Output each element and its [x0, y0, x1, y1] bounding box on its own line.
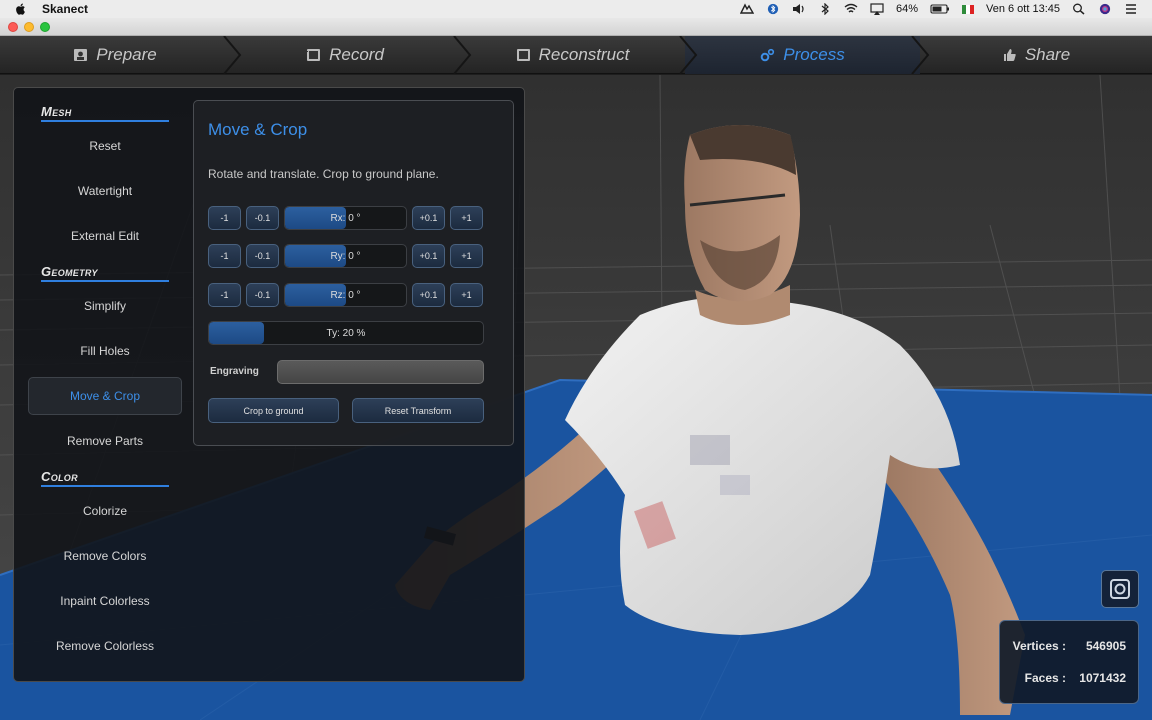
notification-center-icon[interactable]: [1124, 3, 1138, 15]
section-header-mesh: Mesh: [41, 104, 169, 122]
faces-label: Faces :: [1024, 671, 1066, 685]
section-header-geometry: Geometry: [41, 264, 169, 282]
move-crop-panel: Move & Crop Rotate and translate. Crop t…: [193, 100, 514, 446]
creative-cloud-icon[interactable]: [739, 3, 754, 15]
rz-slider[interactable]: Rz: 0 °: [284, 283, 407, 307]
menu-item-inpaint-colorless[interactable]: Inpaint Colorless: [28, 582, 182, 620]
move-crop-description: Rotate and translate. Crop to ground pla…: [208, 167, 439, 181]
ry-plus-0.1-button[interactable]: +0.1: [412, 244, 445, 268]
menu-item-colorize[interactable]: Colorize: [28, 492, 182, 530]
bluetooth-badge-icon[interactable]: [766, 3, 780, 15]
app-name-menu[interactable]: Skanect: [42, 2, 88, 16]
rx-minus-0.1-button[interactable]: -0.1: [246, 206, 279, 230]
rz-slider-label: Rz: 0 °: [330, 289, 361, 301]
close-window-button[interactable]: [8, 22, 18, 32]
airplay-icon[interactable]: [870, 3, 884, 15]
rx-minus-1-button[interactable]: -1: [208, 206, 241, 230]
menu-item-fill-holes[interactable]: Fill Holes: [28, 332, 182, 370]
mesh-stats-box: Vertices : 546905 Faces : 1071432: [999, 620, 1139, 704]
menu-item-watertight[interactable]: Watertight: [28, 172, 182, 210]
screenshot-button[interactable]: [1101, 570, 1139, 608]
tab-separators: [223, 36, 930, 74]
status-area: 64% Ven 6 ott 13:45: [739, 3, 1152, 15]
macos-menubar: Skanect 64% Ven 6 ott 13:45: [0, 0, 1152, 18]
menu-item-external-edit[interactable]: External Edit: [28, 217, 182, 255]
crop-to-ground-button[interactable]: Crop to ground: [208, 398, 339, 423]
rz-minus-0.1-button[interactable]: -0.1: [246, 283, 279, 307]
rx-slider-label: Rx: 0 °: [330, 212, 361, 224]
ty-slider[interactable]: Ty: 20 %: [208, 321, 484, 345]
menu-item-remove-parts[interactable]: Remove Parts: [28, 422, 182, 460]
minimize-window-button[interactable]: [24, 22, 34, 32]
menu-item-remove-colorless[interactable]: Remove Colorless: [28, 627, 182, 665]
ty-slider-label: Ty: 20 %: [326, 327, 366, 339]
ry-slider-label: Ry: 0 °: [330, 250, 361, 262]
battery-percent: 64%: [895, 3, 918, 15]
faces-row: Faces : 1071432: [1000, 671, 1126, 685]
rz-minus-1-button[interactable]: -1: [208, 283, 241, 307]
ry-plus-1-button[interactable]: +1: [450, 244, 483, 268]
faces-value: 1071432: [1079, 671, 1126, 685]
rz-plus-1-button[interactable]: +1: [450, 283, 483, 307]
rx-slider[interactable]: Rx: 0 °: [284, 206, 407, 230]
vertices-value: 546905: [1085, 639, 1126, 653]
menu-item-simplify[interactable]: Simplify: [28, 287, 182, 325]
siri-icon[interactable]: [1098, 3, 1112, 15]
engraving-input[interactable]: [277, 360, 484, 384]
camera-icon: [1110, 579, 1130, 599]
move-crop-title: Move & Crop: [208, 120, 308, 139]
reset-transform-button[interactable]: Reset Transform: [352, 398, 484, 423]
volume-icon[interactable]: [792, 3, 806, 15]
vertices-label: Vertices :: [1012, 639, 1066, 653]
menu-item-remove-colors[interactable]: Remove Colors: [28, 537, 182, 575]
ry-minus-0.1-button[interactable]: -0.1: [246, 244, 279, 268]
section-header-color: Color: [41, 469, 169, 487]
rz-plus-0.1-button[interactable]: +0.1: [412, 283, 445, 307]
vertices-row: Vertices : 546905: [1000, 639, 1126, 653]
rx-plus-0.1-button[interactable]: +0.1: [412, 206, 445, 230]
rx-plus-1-button[interactable]: +1: [450, 206, 483, 230]
workflow-tabbar: Prepare Record Reconstruct Process Share: [0, 36, 1152, 74]
engraving-label: Engraving: [210, 366, 259, 377]
bluetooth-icon[interactable]: [818, 3, 832, 15]
italian-flag-icon[interactable]: [961, 4, 974, 14]
zoom-window-button[interactable]: [40, 22, 50, 32]
menubar-clock[interactable]: Ven 6 ott 13:45: [986, 3, 1060, 15]
wifi-icon[interactable]: [844, 3, 858, 15]
apple-icon[interactable]: [14, 2, 28, 16]
search-icon[interactable]: [1072, 3, 1086, 15]
battery-icon[interactable]: [930, 3, 950, 15]
ry-slider[interactable]: Ry: 0 °: [284, 244, 407, 268]
window-titlebar: [0, 18, 1152, 36]
ry-minus-1-button[interactable]: -1: [208, 244, 241, 268]
menu-item-reset[interactable]: Reset: [28, 127, 182, 165]
menu-item-move-crop[interactable]: Move & Crop: [28, 377, 182, 415]
